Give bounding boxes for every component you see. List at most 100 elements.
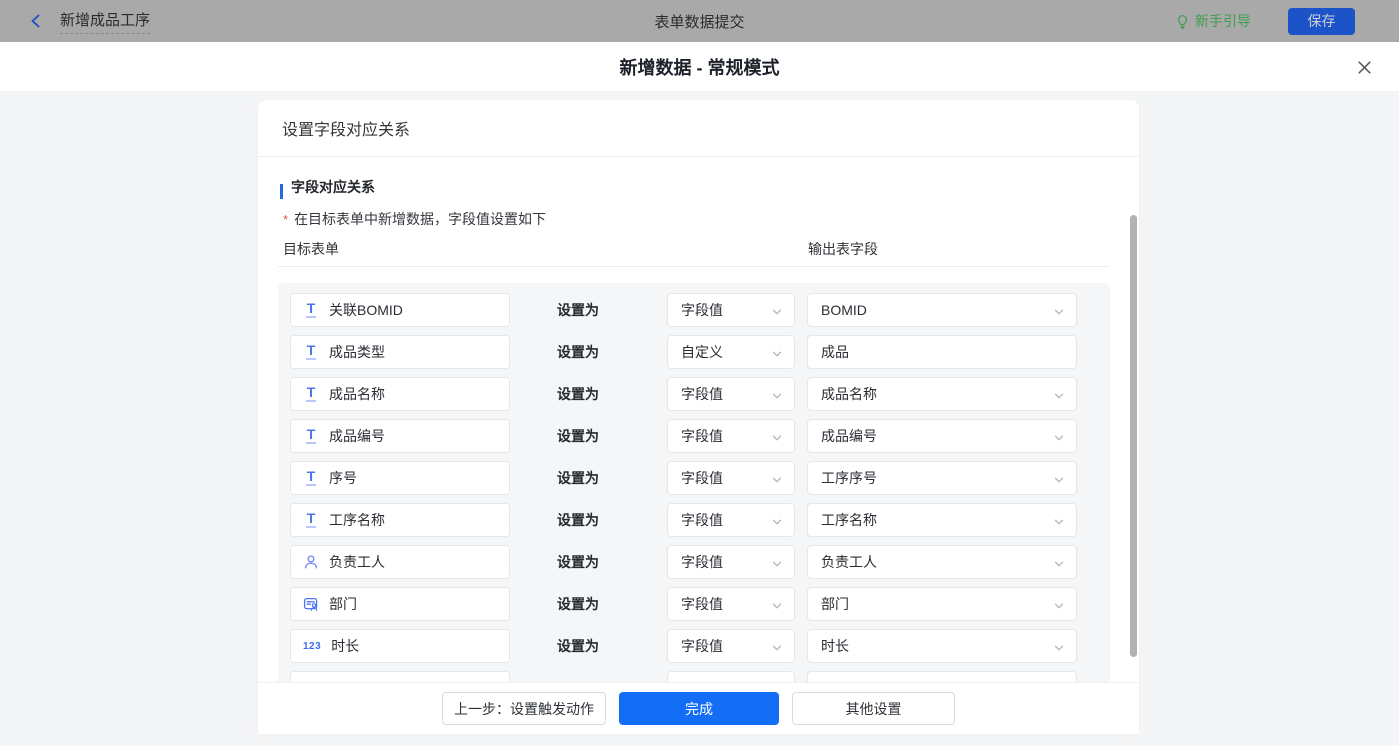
mode-select[interactable]: 自定义 [667, 335, 795, 369]
guide-label: 新手引导 [1195, 13, 1251, 29]
chevron-down-icon [771, 305, 783, 321]
output-field-value: BOMID [821, 302, 867, 318]
close-icon [1357, 60, 1371, 74]
vertical-scrollbar-thumb[interactable] [1130, 215, 1137, 657]
save-button[interactable]: 保存 [1288, 7, 1355, 35]
department-icon [303, 596, 319, 612]
target-field-box: 负责工人 [290, 545, 510, 579]
output-field-value: 负责工人 [821, 554, 877, 570]
mode-select-value: 字段值 [681, 638, 723, 654]
target-field-box: T 成品编号 [290, 419, 510, 453]
target-field-box: T 成品名称 [290, 377, 510, 411]
mode-select-value: 字段值 [681, 512, 723, 528]
mode-select-value: 字段值 [681, 596, 723, 612]
text-field-icon: T [305, 384, 317, 402]
lightbulb-icon [1174, 14, 1190, 29]
field-mapping-row: T 成品编号 设置为 字段值 成品编号 [278, 419, 1110, 453]
output-field-select[interactable]: 工序序号 [807, 461, 1077, 495]
chevron-down-icon [1053, 641, 1065, 657]
mode-select[interactable]: 字段值 [667, 587, 795, 621]
divider [278, 266, 1110, 267]
column-header-target-form: 目标表单 [283, 241, 339, 257]
output-field-value: 成品编号 [821, 428, 877, 444]
mode-select-value: 字段值 [681, 470, 723, 486]
note-text: 在目标表单中新增数据，字段值设置如下 [294, 211, 547, 227]
output-field-select[interactable]: 时长 [807, 629, 1077, 663]
target-field-label: 成品名称 [329, 386, 385, 402]
target-field-label: 工序名称 [329, 512, 385, 528]
partial-row-box [807, 671, 1077, 682]
chevron-down-icon [771, 473, 783, 489]
card-body: 字段对应关系 * 在目标表单中新增数据，字段值设置如下 目标表单 输出表字段 T … [258, 157, 1139, 682]
output-field-value: 时长 [821, 638, 849, 654]
rows-panel: T 关联BOMID 设置为 字段值 BOMID T 成品类型 设置为 自定义 成… [278, 283, 1110, 682]
previous-step-button[interactable]: 上一步：设置触发动作 [442, 692, 606, 725]
text-field-icon: T [305, 426, 317, 444]
field-mapping-row: T 成品名称 设置为 字段值 成品名称 [278, 377, 1110, 411]
target-field-box: 123 时长 [290, 629, 510, 663]
set-as-label: 设置为 [557, 512, 599, 528]
output-field-select[interactable]: 负责工人 [807, 545, 1077, 579]
close-button[interactable] [1353, 56, 1375, 78]
top-bar: 新增成品工序 表单数据提交 新手引导 保存 [0, 0, 1399, 42]
section-title: 字段对应关系 [291, 179, 375, 195]
chevron-down-icon [1053, 389, 1065, 405]
field-mapping-row: T 序号 设置为 字段值 工序序号 [278, 461, 1110, 495]
partial-row-box [667, 671, 795, 682]
chevron-down-icon [1053, 431, 1065, 447]
output-field-value: 成品 [821, 344, 849, 360]
output-value-input[interactable]: 成品 [807, 335, 1077, 369]
target-field-box: 部门 [290, 587, 510, 621]
chevron-down-icon [771, 641, 783, 657]
chevron-down-icon [771, 389, 783, 405]
output-field-select[interactable]: 部门 [807, 587, 1077, 621]
column-header-output-fields: 输出表字段 [808, 241, 878, 257]
mode-select[interactable]: 字段值 [667, 293, 795, 327]
set-as-label: 设置为 [557, 386, 599, 402]
mode-select[interactable]: 字段值 [667, 629, 795, 663]
other-settings-button[interactable]: 其他设置 [792, 692, 955, 725]
output-field-value: 工序名称 [821, 512, 877, 528]
mode-select[interactable]: 字段值 [667, 461, 795, 495]
output-field-select[interactable]: 工序名称 [807, 503, 1077, 537]
mode-select[interactable]: 字段值 [667, 545, 795, 579]
card-footer: 上一步：设置触发动作 完成 其他设置 [258, 682, 1139, 734]
target-field-label: 时长 [331, 638, 360, 654]
modal-title: 新增数据 - 常规模式 [619, 57, 780, 78]
chevron-down-icon [771, 515, 783, 531]
output-field-select[interactable]: BOMID [807, 293, 1077, 327]
target-field-box: T 关联BOMID [290, 293, 510, 327]
output-field-select[interactable]: 成品名称 [807, 377, 1077, 411]
number-icon: 123 [303, 640, 322, 652]
chevron-down-icon [771, 599, 783, 615]
set-as-label: 设置为 [557, 638, 599, 654]
mode-select[interactable]: 字段值 [667, 377, 795, 411]
modal-header: 新增数据 - 常规模式 [0, 42, 1399, 92]
done-button[interactable]: 完成 [619, 692, 779, 725]
rows-list: T 关联BOMID 设置为 字段值 BOMID T 成品类型 设置为 自定义 成… [278, 293, 1110, 663]
field-mapping-row: 部门 设置为 字段值 部门 [278, 587, 1110, 621]
mode-select-value: 字段值 [681, 554, 723, 570]
text-field-icon: T [305, 468, 317, 486]
chevron-down-icon [1053, 515, 1065, 531]
chevron-down-icon [1053, 473, 1065, 489]
set-as-label: 设置为 [557, 470, 599, 486]
required-mark: * [283, 212, 289, 227]
chevron-down-icon [771, 431, 783, 447]
target-field-box: T 序号 [290, 461, 510, 495]
section-note: * 在目标表单中新增数据，字段值设置如下 [283, 209, 546, 230]
output-field-value: 工序序号 [821, 470, 877, 486]
output-field-value: 部门 [821, 596, 849, 612]
field-mapping-row: T 工序名称 设置为 字段值 工序名称 [278, 503, 1110, 537]
target-field-label: 序号 [329, 470, 357, 486]
beginner-guide-button[interactable]: 新手引导 [1174, 11, 1251, 31]
target-field-label: 部门 [329, 596, 357, 612]
output-field-select[interactable]: 成品编号 [807, 419, 1077, 453]
set-as-label: 设置为 [557, 428, 599, 444]
mode-select[interactable]: 字段值 [667, 503, 795, 537]
modal-body: 设置字段对应关系 字段对应关系 * 在目标表单中新增数据，字段值设置如下 目标表单… [0, 92, 1399, 746]
target-field-box: T 成品类型 [290, 335, 510, 369]
mode-select[interactable]: 字段值 [667, 419, 795, 453]
mode-select-value: 字段值 [681, 428, 723, 444]
chevron-down-icon [771, 347, 783, 363]
